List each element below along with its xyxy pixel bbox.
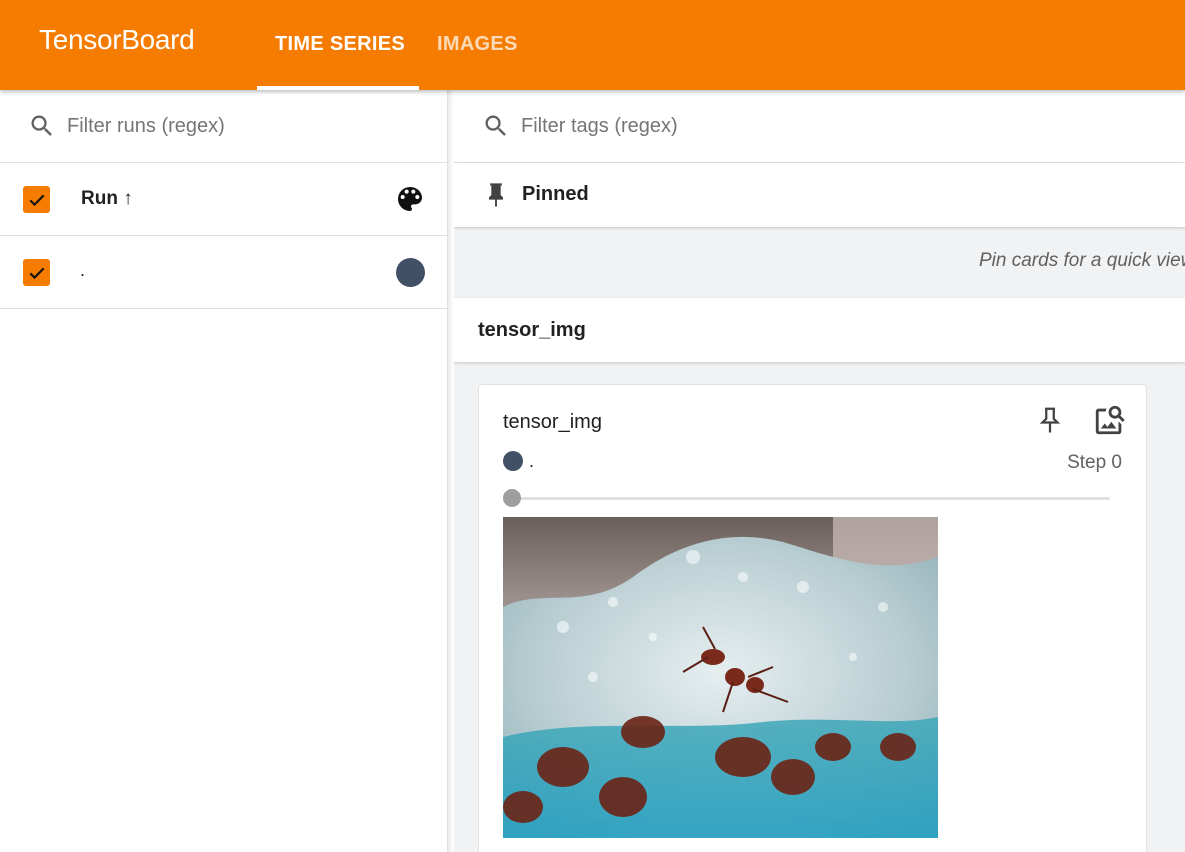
- card-title: tensor_img: [503, 411, 602, 433]
- palette-icon[interactable]: [394, 183, 426, 215]
- tag-filter: [454, 90, 1185, 163]
- step-slider-thumb[interactable]: [503, 489, 521, 507]
- run-column-header[interactable]: Run ↑: [81, 188, 133, 210]
- runs-table-header: Run ↑: [0, 163, 448, 236]
- tab-images[interactable]: IMAGES: [437, 0, 518, 90]
- tab-time-series[interactable]: TIME SERIES: [275, 0, 405, 90]
- check-icon: [29, 267, 44, 279]
- run-color-dot: [503, 451, 523, 471]
- step-label: Step 0: [1067, 452, 1122, 473]
- main-panel: Pinned Pin cards for a quick view and co…: [454, 90, 1185, 852]
- image-search-icon[interactable]: [1093, 403, 1127, 437]
- pinned-section-header: Pinned: [454, 163, 1185, 227]
- select-all-checkbox[interactable]: [23, 186, 50, 213]
- ants-on-ice-image: [503, 517, 938, 838]
- search-icon: [485, 115, 506, 136]
- tag-filter-input[interactable]: [521, 110, 1161, 142]
- top-app-bar: TensorBoard TIME SERIES IMAGES: [0, 0, 1185, 90]
- pin-icon[interactable]: [1035, 403, 1065, 437]
- search-icon: [31, 115, 52, 136]
- image-card: tensor_img . Step 0: [478, 384, 1147, 852]
- pinned-title: Pinned: [522, 183, 589, 205]
- run-row: .: [0, 236, 448, 309]
- run-filter-input[interactable]: [67, 110, 427, 142]
- pinned-empty-message: Pin cards for a quick view and compariso…: [979, 250, 1185, 271]
- check-icon: [29, 194, 44, 206]
- run-checkbox[interactable]: [23, 259, 50, 286]
- pin-icon: [489, 183, 503, 207]
- step-slider-track[interactable]: [512, 497, 1110, 500]
- run-name: .: [80, 260, 86, 280]
- tag-group-title: tensor_img: [478, 319, 586, 341]
- run-color-picker[interactable]: [396, 258, 425, 287]
- active-tab-indicator: [257, 86, 419, 90]
- runs-sidebar: Run ↑ .: [0, 90, 448, 852]
- run-filter: [0, 90, 448, 163]
- tensor-image[interactable]: [503, 517, 938, 838]
- tag-group-header[interactable]: tensor_img: [454, 298, 1185, 362]
- app-title: TensorBoard: [39, 24, 195, 55]
- card-run-name: .: [529, 451, 535, 471]
